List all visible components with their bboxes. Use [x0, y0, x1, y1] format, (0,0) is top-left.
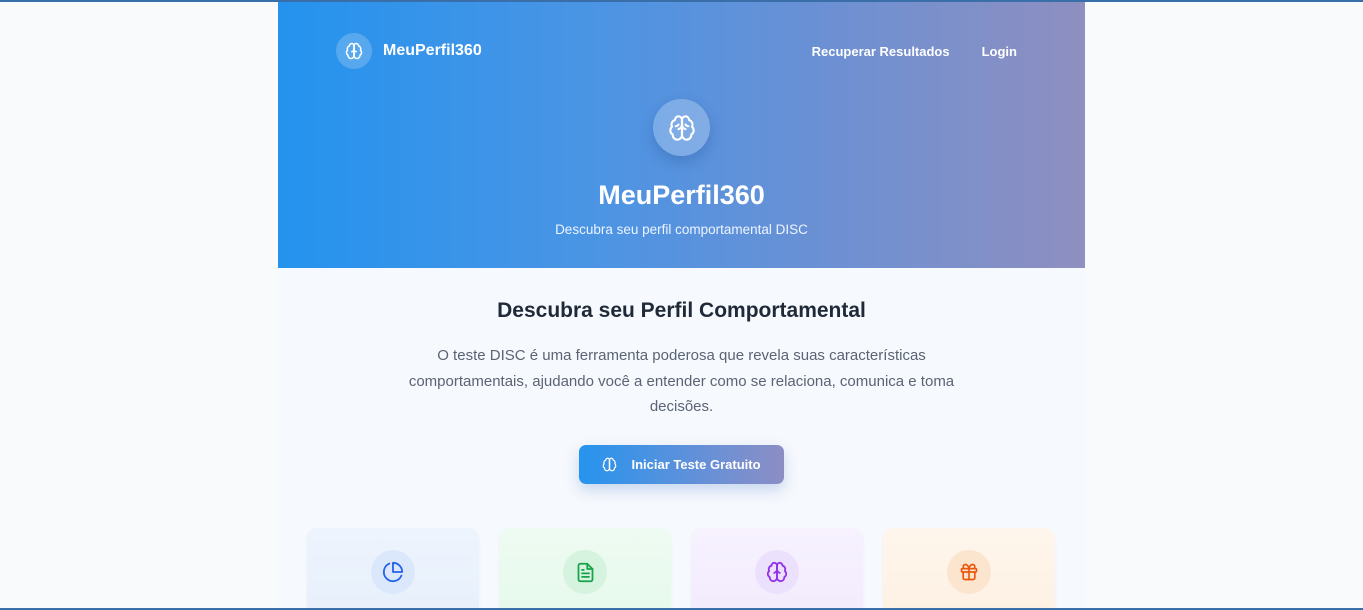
brain-icon: [668, 114, 695, 141]
feature-icon-circle: [947, 550, 991, 594]
feature-icon-circle: [755, 550, 799, 594]
brain-icon: [602, 457, 617, 472]
brand-logo[interactable]: MeuPerfil360: [336, 33, 482, 69]
section-title: Descubra seu Perfil Comportamental: [497, 299, 866, 322]
hero-header: MeuPerfil360 Recuperar Resultados Login …: [278, 2, 1085, 268]
hero-title: MeuPerfil360: [598, 180, 765, 210]
feature-card-brain[interactable]: [691, 528, 863, 608]
pie-chart-icon: [382, 561, 404, 583]
start-test-label: Iniciar Teste Gratuito: [631, 457, 761, 472]
hero-icon-circle: [653, 99, 710, 156]
feature-icon-circle: [371, 550, 415, 594]
feature-icon-circle: [563, 550, 607, 594]
nav-link-login[interactable]: Login: [982, 44, 1017, 59]
hero-subtitle: Descubra seu perfil comportamental DISC: [555, 222, 808, 237]
top-nav: Recuperar Resultados Login: [812, 44, 1017, 59]
feature-card-gift[interactable]: [883, 528, 1055, 608]
brand-name: MeuPerfil360: [383, 42, 482, 59]
nav-link-recuperar-resultados[interactable]: Recuperar Resultados: [812, 44, 950, 59]
feature-card-report[interactable]: [499, 528, 671, 608]
section-description: O teste DISC é uma ferramenta poderosa q…: [408, 347, 955, 415]
brain-icon: [345, 42, 363, 60]
landing-page: MeuPerfil360 Recuperar Resultados Login …: [278, 2, 1085, 608]
gift-icon: [960, 563, 978, 581]
start-test-button[interactable]: Iniciar Teste Gratuito: [579, 445, 784, 484]
feature-card-chart[interactable]: [307, 528, 479, 608]
brand-icon-circle: [336, 33, 372, 69]
brain-icon: [766, 561, 788, 583]
document-icon: [577, 562, 593, 582]
